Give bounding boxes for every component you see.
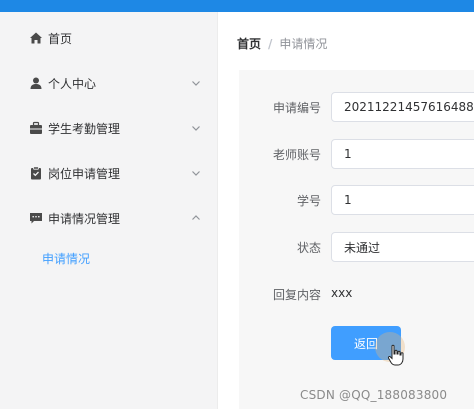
sidebar-item-home[interactable]: 首页 <box>0 24 218 52</box>
briefcase-icon <box>30 121 42 134</box>
teacher-account-input[interactable] <box>331 139 474 169</box>
breadcrumb-current: 申请情况 <box>279 37 328 51</box>
breadcrumb-home[interactable]: 首页 <box>237 35 261 52</box>
breadcrumb-separator: / <box>268 36 273 51</box>
chevron-down-icon <box>192 126 200 131</box>
application-no-label: 申请编号 <box>272 101 321 115</box>
reply-label: 回复内容 <box>272 288 321 302</box>
status-input[interactable] <box>331 232 474 262</box>
clipboard-icon <box>31 166 41 180</box>
breadcrumb: 首页 / 申请情况 <box>237 35 327 52</box>
user-icon <box>30 77 42 89</box>
status-label: 状态 <box>296 241 321 255</box>
sidebar-item-personal-center[interactable]: 个人中心 <box>0 69 218 97</box>
sidebar-item-label: 首页 <box>48 31 73 46</box>
application-no-input[interactable] <box>331 92 474 122</box>
detail-form: 申请编号 老师账号 学号 状态 回复内容 xxx 返回 <box>239 70 474 409</box>
sidebar-subitem-application-status[interactable]: 申请情况 <box>0 244 218 272</box>
sidebar-subitem-label: 申请情况 <box>42 251 91 266</box>
student-no-input[interactable] <box>331 185 474 215</box>
sidebar-item-label: 岗位申请管理 <box>48 166 121 181</box>
main-content: 首页 / 申请情况 申请编号 老师账号 学号 状态 回复内容 xxx 返回 <box>219 12 474 409</box>
sidebar-item-application-status[interactable]: 申请情况管理 <box>0 204 218 232</box>
reply-value: xxx <box>331 286 353 300</box>
chevron-up-icon <box>192 215 200 220</box>
sidebar-item-label: 申请情况管理 <box>48 211 121 226</box>
chevron-down-icon <box>192 81 200 86</box>
sidebar-item-job-application[interactable]: 岗位申请管理 <box>0 159 218 187</box>
chevron-down-icon <box>192 171 200 176</box>
sidebar-item-label: 学生考勤管理 <box>48 121 121 136</box>
message-icon <box>30 213 42 224</box>
home-icon <box>30 32 42 44</box>
teacher-account-label: 老师账号 <box>272 148 321 162</box>
watermark-text: CSDN @QQ_188083800 <box>300 388 448 402</box>
hand-pointer-icon <box>387 344 404 366</box>
sidebar: 首页 个人中心 学生考勤管理 岗位申请管理 申请情况管理 申请情况 <box>0 12 218 409</box>
sidebar-item-label: 个人中心 <box>48 76 97 91</box>
sidebar-item-attendance[interactable]: 学生考勤管理 <box>0 114 218 142</box>
student-no-label: 学号 <box>296 194 321 208</box>
top-header-bar <box>0 0 474 12</box>
